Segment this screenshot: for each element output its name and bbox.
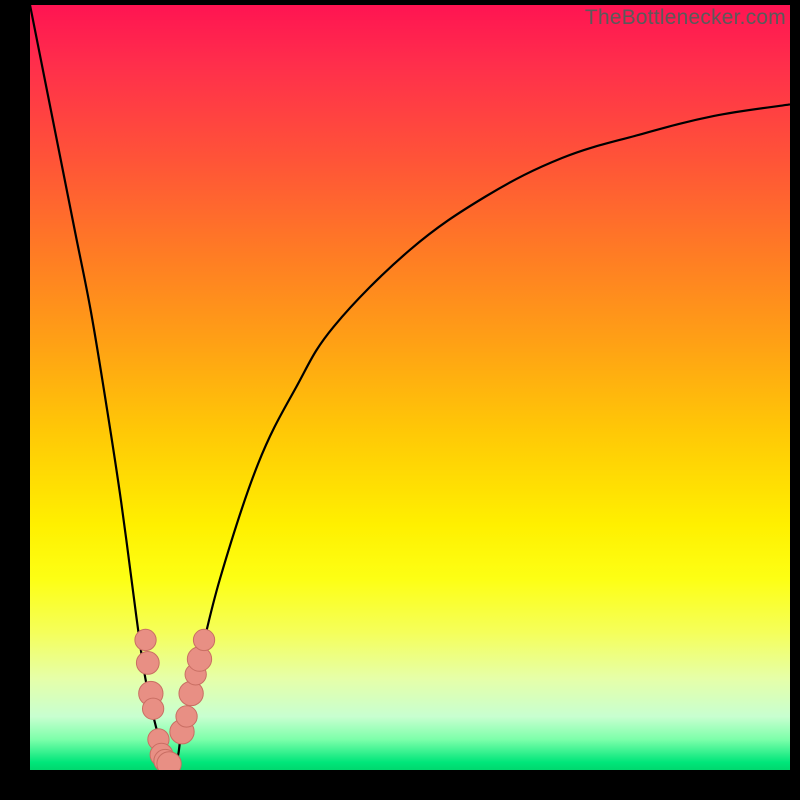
curve-marker — [136, 652, 159, 675]
plot-area — [30, 5, 790, 770]
curve-marker — [142, 698, 163, 719]
watermark-text: TheBottlenecker.com — [585, 6, 786, 30]
curve-marker — [135, 629, 156, 650]
curve-markers — [135, 629, 215, 770]
curve-marker — [179, 681, 203, 705]
curve-marker — [176, 706, 197, 727]
curve-layer — [30, 5, 790, 770]
curve-marker — [193, 629, 214, 650]
curve-marker — [187, 647, 211, 671]
chart-frame: TheBottlenecker.com — [0, 0, 800, 800]
